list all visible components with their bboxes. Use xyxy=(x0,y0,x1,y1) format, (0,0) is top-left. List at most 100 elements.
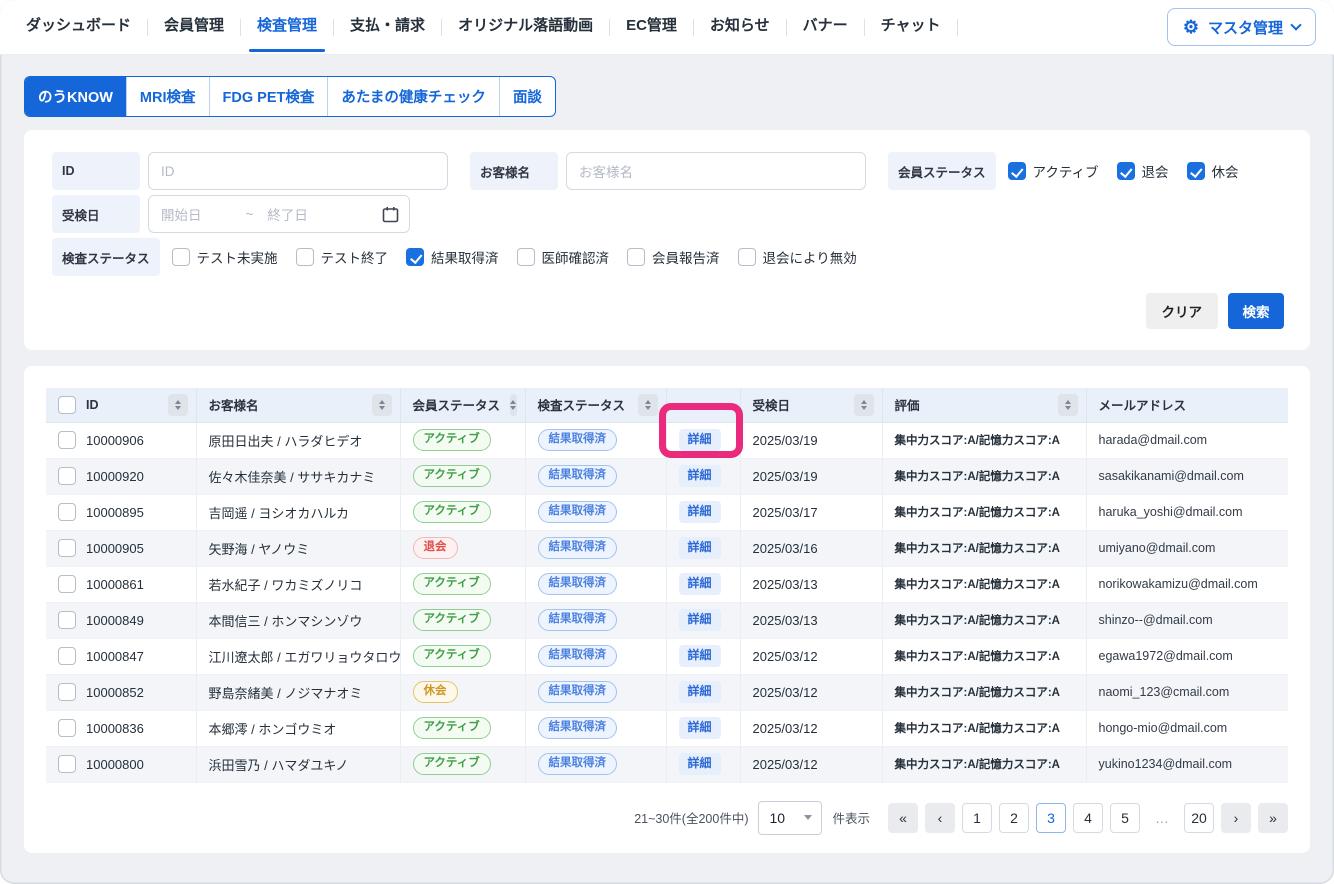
page-nav-button-1[interactable]: « xyxy=(888,803,918,833)
test-status-option-6[interactable]: 退会により無効 xyxy=(738,247,857,267)
page-content: のうKNOWMRI検査FDG PET検査あたまの健康チェック面談 ID ID お… xyxy=(0,55,1334,853)
member-status-badge: アクティブ xyxy=(413,753,491,776)
date-range-input[interactable]: 開始日 ~ 終了日 xyxy=(148,195,410,233)
chevron-down-icon xyxy=(1290,19,1301,30)
page-ellipsis: … xyxy=(1147,803,1177,833)
cell-score: 集中力スコア:A/記憶力スコア:A xyxy=(882,458,1086,494)
detail-button[interactable]: 詳細 xyxy=(679,609,721,631)
row-checkbox[interactable] xyxy=(58,431,76,449)
detail-button[interactable]: 詳細 xyxy=(679,717,721,739)
detail-button[interactable]: 詳細 xyxy=(679,537,721,559)
nav-item-6[interactable]: EC管理 xyxy=(615,0,688,54)
member-status-checkbox-2[interactable] xyxy=(1117,162,1135,180)
member-status-checkbox-3[interactable] xyxy=(1187,162,1205,180)
column-header-score: 評価 xyxy=(882,388,1086,422)
member-status-option-1[interactable]: アクティブ xyxy=(1008,161,1099,181)
member-status-option-2[interactable]: 退会 xyxy=(1117,161,1169,181)
calendar-icon[interactable] xyxy=(382,206,399,223)
test-status-checkbox-4[interactable] xyxy=(517,248,535,266)
row-checkbox[interactable] xyxy=(58,683,76,701)
test-status-option-5[interactable]: 会員報告済 xyxy=(627,247,720,267)
subtab-2[interactable]: MRI検査 xyxy=(127,77,210,116)
row-checkbox[interactable] xyxy=(58,647,76,665)
test-status-badge: 結果取得済 xyxy=(538,501,618,524)
test-status-checkbox-5[interactable] xyxy=(627,248,645,266)
sort-icon[interactable] xyxy=(372,394,392,416)
clear-button[interactable]: クリア xyxy=(1146,293,1219,329)
cell-score: 集中力スコア:A/記憶力スコア:A xyxy=(882,566,1086,602)
nav-item-4[interactable]: 支払・請求 xyxy=(339,0,436,54)
row-checkbox[interactable] xyxy=(58,575,76,593)
page-button-3[interactable]: 3 xyxy=(1036,803,1066,833)
member-status-checkbox-1[interactable] xyxy=(1008,162,1026,180)
table-row-2: 10000920佐々木佳奈美 / ササキカナミアクティブ結果取得済詳細2025/… xyxy=(46,458,1288,494)
sort-icon[interactable] xyxy=(1058,394,1078,416)
test-status-checkbox-6[interactable] xyxy=(738,248,756,266)
sort-icon[interactable] xyxy=(854,394,874,416)
search-button[interactable]: 検索 xyxy=(1228,293,1284,329)
nav-item-1[interactable]: ダッシュボード xyxy=(15,0,142,54)
nav-item-2[interactable]: 会員管理 xyxy=(153,0,235,54)
cell-test-status: 結果取得済 xyxy=(525,602,666,638)
page-button-5[interactable]: 5 xyxy=(1110,803,1140,833)
cell-detail: 詳細 xyxy=(666,530,740,566)
subtab-5[interactable]: 面談 xyxy=(500,77,555,116)
page-button-2[interactable]: 2 xyxy=(999,803,1029,833)
customer-name-input[interactable]: お客様名 xyxy=(566,152,866,190)
row-checkbox[interactable] xyxy=(58,467,76,485)
row-checkbox[interactable] xyxy=(58,503,76,521)
id-input[interactable]: ID xyxy=(148,152,448,190)
detail-button[interactable]: 詳細 xyxy=(679,681,721,703)
column-label-test_status: 検査ステータス xyxy=(538,395,626,414)
test-status-checkbox-3[interactable] xyxy=(406,248,424,266)
nav-item-9[interactable]: チャット xyxy=(870,0,952,54)
sort-icon[interactable] xyxy=(638,394,658,416)
test-status-checkbox-1[interactable] xyxy=(172,248,190,266)
sort-icon[interactable] xyxy=(168,394,188,416)
nav-item-7[interactable]: お知らせ xyxy=(699,0,781,54)
sort-desc-arrow xyxy=(645,406,651,410)
detail-button[interactable]: 詳細 xyxy=(679,573,721,595)
page-nav-button-2[interactable]: ‹ xyxy=(925,803,955,833)
subtab-3[interactable]: FDG PET検査 xyxy=(210,77,329,116)
page-button-1[interactable]: 1 xyxy=(962,803,992,833)
detail-button[interactable]: 詳細 xyxy=(679,501,721,523)
nav-item-3[interactable]: 検査管理 xyxy=(246,0,328,54)
column-label-member_status: 会員ステータス xyxy=(413,395,501,414)
sort-desc-arrow xyxy=(861,406,867,410)
detail-button[interactable]: 詳細 xyxy=(679,465,721,487)
subtab-4[interactable]: あたまの健康チェック xyxy=(328,77,500,116)
page-nav-button-10[interactable]: › xyxy=(1221,803,1251,833)
table-row-5: 10000861若水紀子 / ワカミズノリコアクティブ結果取得済詳細2025/0… xyxy=(46,566,1288,602)
detail-button[interactable]: 詳細 xyxy=(679,753,721,775)
cell-detail: 詳細 xyxy=(666,566,740,602)
subtab-1[interactable]: のうKNOW xyxy=(25,77,127,116)
test-status-option-4[interactable]: 医師確認済 xyxy=(517,247,610,267)
test-status-badge: 結果取得済 xyxy=(538,753,618,776)
row-checkbox[interactable] xyxy=(58,611,76,629)
member-status-badge: アクティブ xyxy=(413,573,491,596)
member-status-badge: アクティブ xyxy=(413,465,491,488)
page-nav-button-11[interactable]: » xyxy=(1258,803,1288,833)
select-all-checkbox[interactable] xyxy=(58,396,76,414)
master-admin-button[interactable]: ⚙ マスタ管理 xyxy=(1167,8,1316,46)
filter-actions: クリア 検索 xyxy=(52,293,1284,329)
test-status-option-1[interactable]: テスト未実施 xyxy=(172,247,278,267)
detail-button[interactable]: 詳細 xyxy=(679,429,721,451)
test-status-option-2[interactable]: テスト終了 xyxy=(296,247,389,267)
page-button-20[interactable]: 20 xyxy=(1184,803,1214,833)
test-status-option-3[interactable]: 結果取得済 xyxy=(406,247,499,267)
cell-detail: 詳細 xyxy=(666,494,740,530)
test-status-checkbox-2[interactable] xyxy=(296,248,314,266)
sort-icon[interactable] xyxy=(510,394,516,416)
row-checkbox[interactable] xyxy=(58,539,76,557)
page-size-select[interactable]: 10 xyxy=(758,801,822,835)
page-button-4[interactable]: 4 xyxy=(1073,803,1103,833)
nav-item-5[interactable]: オリジナル落語動画 xyxy=(447,0,604,54)
member-status-option-3[interactable]: 休会 xyxy=(1187,161,1239,181)
cell-test-status: 結果取得済 xyxy=(525,530,666,566)
detail-button[interactable]: 詳細 xyxy=(679,645,721,667)
nav-item-8[interactable]: バナー xyxy=(792,0,859,54)
row-checkbox[interactable] xyxy=(58,755,76,773)
row-checkbox[interactable] xyxy=(58,719,76,737)
